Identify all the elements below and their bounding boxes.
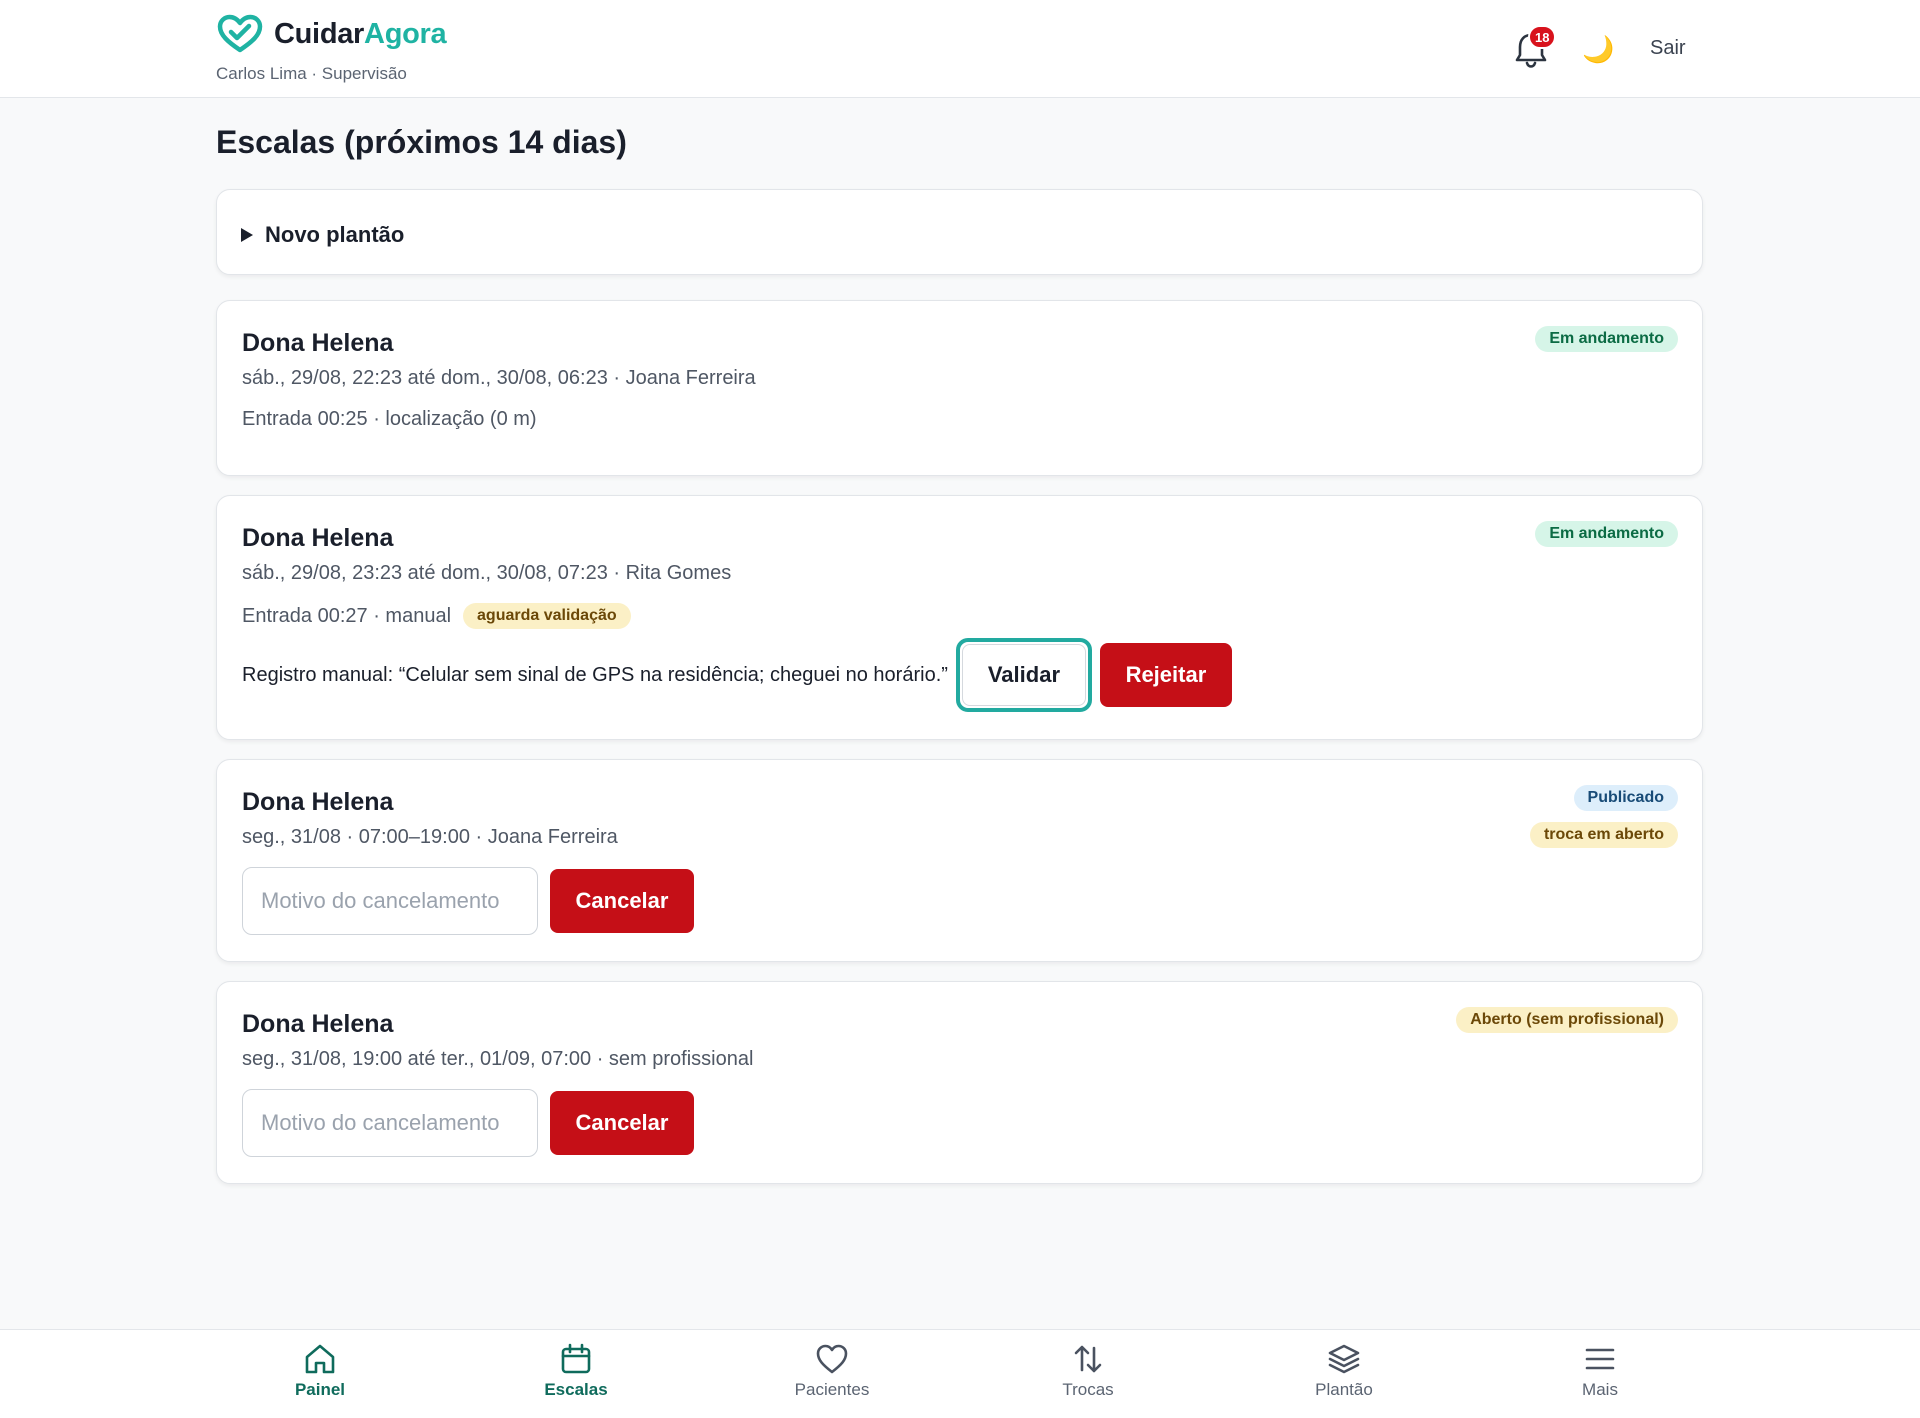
check-in-text: Entrada 00:27 · manual (242, 604, 452, 627)
logout-button[interactable]: Sair (1650, 37, 1686, 60)
nav-label: Mais (1582, 1380, 1618, 1399)
shift-time: sáb., 29/08, 22:23 até dom., 30/08, 06:2… (242, 367, 756, 389)
layers-icon (1328, 1344, 1360, 1374)
heart-logo-icon (217, 14, 263, 53)
cancel-reason-input[interactable] (242, 1089, 538, 1157)
new-shift-toggle[interactable]: Novo plantão (241, 222, 404, 248)
shift-card: Dona Helena sáb., 29/08, 22:23 até dom.,… (216, 300, 1703, 476)
moon-icon[interactable]: 🌙 (1582, 34, 1614, 64)
cancel-row: Cancelar (242, 1089, 694, 1157)
shift-card: Dona Helena sáb., 29/08, 23:23 até dom.,… (216, 495, 1703, 740)
swap-open-badge: troca em aberto (1529, 822, 1678, 848)
cancel-reason-input[interactable] (242, 867, 538, 935)
validate-button-focus-ring: Validar (955, 638, 1092, 712)
status-badge: Em andamento (1535, 521, 1678, 547)
nav-label: Trocas (1062, 1380, 1114, 1399)
manual-record-note: Registro manual: “Celular sem sinal de G… (242, 663, 948, 686)
status-badge: Publicado (1573, 785, 1678, 811)
menu-icon (1585, 1348, 1615, 1370)
top-header: CuidarAgora Carlos Lima · Supervisão 18 … (0, 0, 1920, 98)
check-in-info: Entrada 00:25 · localização (0 m) (242, 408, 537, 431)
shift-card: Dona Helena seg., 31/08, 19:00 até ter.,… (216, 981, 1703, 1184)
patient-name: Dona Helena (242, 788, 394, 816)
new-shift-panel: Novo plantão (216, 189, 1703, 275)
nav-item-pacientes[interactable]: Pacientes (762, 1342, 902, 1400)
calendar-icon (561, 1343, 591, 1374)
nav-item-painel[interactable]: Painel (250, 1342, 390, 1400)
swap-arrows-icon (1074, 1345, 1102, 1373)
shift-card: Dona Helena seg., 31/08 · 07:00–19:00 · … (216, 759, 1703, 962)
disclosure-triangle-icon (241, 228, 253, 242)
check-in-info: Entrada 00:27 · manual aguarda validação (242, 603, 631, 629)
patient-name: Dona Helena (242, 1010, 394, 1038)
check-in-text: Entrada 00:25 · localização (0 m) (242, 408, 537, 430)
nav-item-escalas[interactable]: Escalas (506, 1342, 646, 1400)
nav-item-mais[interactable]: Mais (1530, 1342, 1670, 1400)
nav-label: Pacientes (794, 1380, 870, 1399)
status-badge: Aberto (sem profissional) (1456, 1007, 1678, 1033)
pending-validation-badge: aguarda validação (463, 603, 631, 629)
shift-time: seg., 31/08 · 07:00–19:00 · Joana Ferrei… (242, 826, 618, 848)
shift-time: sáb., 29/08, 23:23 até dom., 30/08, 07:2… (242, 562, 732, 584)
patient-name: Dona Helena (242, 329, 394, 357)
new-shift-label: Novo plantão (265, 222, 405, 247)
patient-name: Dona Helena (242, 524, 394, 552)
brand-name: CuidarAgora (274, 17, 447, 50)
cancel-row: Cancelar (242, 867, 694, 935)
home-icon (305, 1344, 335, 1374)
heart-icon (816, 1344, 848, 1374)
brand-logo[interactable]: CuidarAgora (216, 14, 447, 54)
reject-button[interactable]: Rejeitar (1099, 643, 1232, 707)
user-info: Carlos Lima · Supervisão (216, 64, 407, 83)
cancel-button[interactable]: Cancelar (550, 1091, 694, 1155)
status-badge: Em andamento (1535, 326, 1678, 352)
bottom-navigation: Painel Escalas Pacientes Trocas Plantão (0, 1329, 1920, 1418)
nav-label: Painel (294, 1380, 346, 1399)
manual-record-row: Registro manual: “Celular sem sinal de G… (242, 638, 1232, 712)
page-title: Escalas (próximos 14 dias) (216, 124, 627, 160)
cancel-button[interactable]: Cancelar (550, 869, 694, 933)
shift-time: seg., 31/08, 19:00 até ter., 01/09, 07:0… (242, 1048, 754, 1070)
nav-item-plantao[interactable]: Plantão (1274, 1342, 1414, 1400)
notification-count-badge: 18 (1528, 25, 1557, 49)
validate-button[interactable]: Validar (961, 644, 1086, 706)
nav-label: Escalas (544, 1380, 608, 1399)
nav-item-trocas[interactable]: Trocas (1018, 1342, 1158, 1400)
nav-label: Plantão (1315, 1380, 1373, 1399)
